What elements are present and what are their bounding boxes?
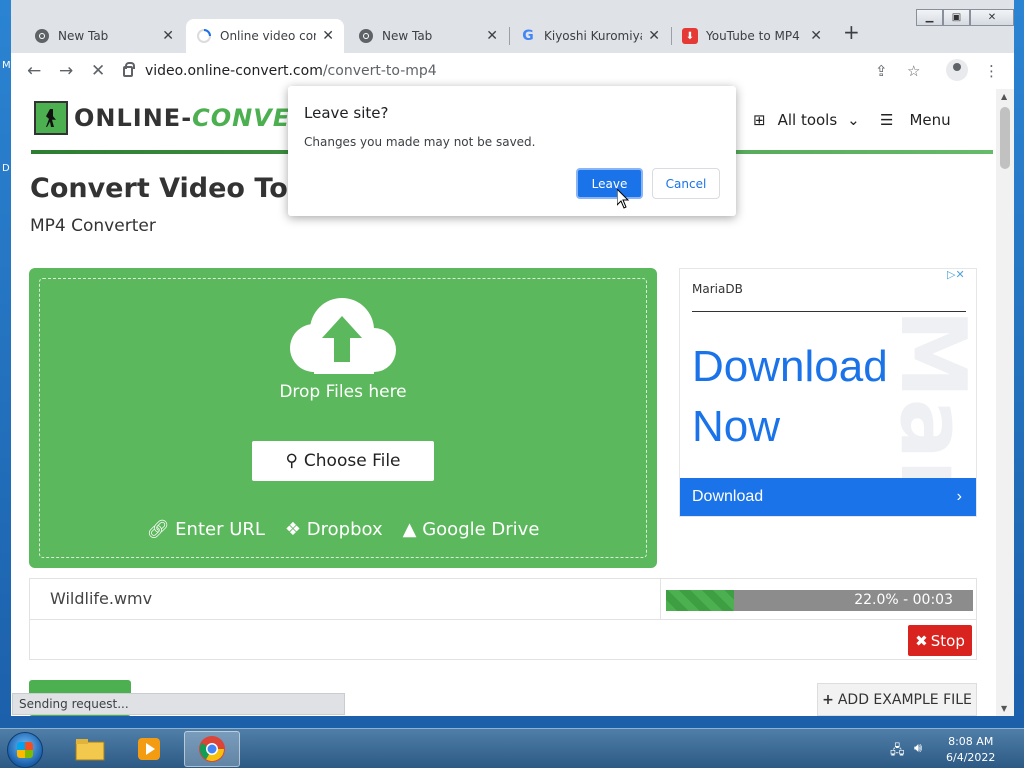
enter-url-link[interactable]: 🔗︎ Enter URL xyxy=(147,519,265,540)
loading-icon xyxy=(196,28,212,44)
link-icon: 🔗︎ xyxy=(146,519,170,540)
profile-avatar[interactable] xyxy=(946,59,968,81)
browser-toolbar: ← → ✕ video.online-convert.com/convert-t… xyxy=(11,53,1014,89)
site-logo[interactable]: ONLINE-CONVERT xyxy=(34,101,326,135)
tab-new-tab-2[interactable]: New Tab ✕ xyxy=(348,19,508,53)
tab-title: New Tab xyxy=(382,29,433,43)
choose-file-button[interactable]: ⚲ Choose File xyxy=(252,441,434,481)
stop-button[interactable]: ✖ Stop xyxy=(908,625,972,656)
cloud-upload-icon xyxy=(290,298,396,374)
lock-icon xyxy=(123,61,135,77)
chevron-down-icon: ⌄ xyxy=(847,111,860,129)
start-button[interactable] xyxy=(7,732,43,768)
upload-dropzone[interactable]: Drop Files here ⚲ Choose File 🔗︎ Enter U… xyxy=(29,268,657,568)
close-tab-icon[interactable]: ✕ xyxy=(322,28,334,44)
progress-text: 22.0% - 00:03 xyxy=(854,592,953,608)
tab-youtube-to-mp4[interactable]: ⬇ YouTube to MP4 C ✕ xyxy=(672,19,832,53)
google-drive-icon: ▲ xyxy=(402,519,417,540)
dropbox-icon: ❖ xyxy=(284,519,302,540)
column-divider xyxy=(660,579,661,620)
tab-title: Kiyoshi Kuromiya xyxy=(544,29,643,43)
progress-fill xyxy=(666,590,734,611)
grid-icon: ⊞ xyxy=(753,111,766,129)
all-tools-nav[interactable]: ⊞ All tools ⌄ xyxy=(753,111,860,129)
back-icon[interactable]: ← xyxy=(27,61,41,81)
add-example-file-button[interactable]: + ADD EXAMPLE FILE xyxy=(817,683,977,716)
download-icon: ⬇ xyxy=(682,28,698,44)
menu-label: Menu xyxy=(909,111,951,129)
address-host: video.online-convert.com xyxy=(145,63,323,79)
leave-button[interactable]: Leave xyxy=(576,168,643,199)
share-icon[interactable]: ⇪ xyxy=(875,62,888,80)
tab-title: New Tab xyxy=(58,29,109,43)
page-subtitle: MP4 Converter xyxy=(30,216,156,236)
close-tab-icon[interactable]: ✕ xyxy=(648,28,660,44)
page-title: Convert Video To M xyxy=(30,173,325,204)
cancel-button[interactable]: Cancel xyxy=(652,168,720,199)
scroll-thumb[interactable] xyxy=(1000,107,1010,169)
media-player-taskbar-icon[interactable] xyxy=(121,731,177,767)
drop-files-label: Drop Files here xyxy=(279,382,407,402)
close-tab-icon[interactable]: ✕ xyxy=(486,28,498,44)
upload-progress-bar: 22.0% - 00:03 xyxy=(666,590,973,611)
leave-site-dialog: Leave site? Changes you made may not be … xyxy=(288,86,736,216)
scroll-up-icon[interactable]: ▲ xyxy=(1001,92,1007,101)
file-queue: Wildlife.wmv 22.0% - 00:03 ✖ Stop xyxy=(29,578,977,660)
taskbar: 🖧︎ 🔊︎ 8:08 AM 6/4/2022 xyxy=(0,728,1024,768)
ad-brand: MariaDB xyxy=(692,282,743,296)
google-icon: G xyxy=(522,28,534,44)
chrome-icon xyxy=(358,28,374,44)
dialog-title: Leave site? xyxy=(304,104,389,122)
close-tab-icon[interactable]: ✕ xyxy=(162,28,174,44)
all-tools-label: All tools xyxy=(777,111,838,129)
tab-strip: New Tab ✕ Online video conv ✕ New Tab ✕ … xyxy=(11,17,1014,53)
mouse-cursor-icon xyxy=(617,189,630,209)
close-icon: ✖ xyxy=(915,631,928,650)
file-name: Wildlife.wmv xyxy=(50,589,153,608)
chevron-right-icon: › xyxy=(956,488,962,505)
address-bar[interactable]: video.online-convert.com/convert-to-mp4 xyxy=(123,57,923,85)
volume-icon[interactable]: 🔊︎ xyxy=(914,741,922,756)
stop-loading-icon[interactable]: ✕ xyxy=(91,61,105,81)
dialog-message: Changes you made may not be saved. xyxy=(304,135,536,149)
tab-title: Online video conv xyxy=(220,29,316,43)
more-menu-icon[interactable]: ⋮ xyxy=(984,62,999,80)
clock-date: 6/4/2022 xyxy=(946,751,996,764)
advertisement[interactable]: Maria MariaDB Download Now Download › xyxy=(679,268,977,517)
choose-file-label: Choose File xyxy=(303,451,401,471)
google-drive-link[interactable]: ▲ Google Drive xyxy=(403,519,540,540)
menu-nav[interactable]: ☰ Menu xyxy=(880,111,951,129)
status-bar: Sending request... xyxy=(12,693,345,715)
network-icon[interactable]: 🖧︎ xyxy=(890,741,905,763)
file-explorer-taskbar-icon[interactable] xyxy=(62,731,118,767)
dropbox-link[interactable]: ❖ Dropbox xyxy=(285,519,383,540)
ad-headline: Download Now xyxy=(692,342,888,451)
scroll-down-icon[interactable]: ▼ xyxy=(1001,704,1007,713)
tab-title: YouTube to MP4 C xyxy=(706,29,805,43)
ad-download-button[interactable]: Download › xyxy=(680,478,976,516)
desktop-label-fragment: M xyxy=(2,60,11,71)
new-tab-button[interactable]: + xyxy=(843,20,860,44)
plus-icon: + xyxy=(822,691,834,708)
chrome-taskbar-icon[interactable] xyxy=(184,731,240,767)
address-path: /convert-to-mp4 xyxy=(322,63,437,79)
file-row: Wildlife.wmv 22.0% - 00:03 xyxy=(30,579,976,620)
ad-divider xyxy=(692,311,966,312)
ad-choices-icon[interactable]: ▷✕ xyxy=(947,268,965,281)
tab-online-video-converter[interactable]: Online video conv ✕ xyxy=(186,19,344,53)
clock-time: 8:08 AM xyxy=(948,735,994,748)
system-clock[interactable]: 8:08 AM 6/4/2022 xyxy=(946,734,995,766)
tab-kiyoshi-kuromiya[interactable]: G Kiyoshi Kuromiya ✕ xyxy=(510,19,670,53)
chrome-icon xyxy=(34,28,50,44)
tab-new-tab-1[interactable]: New Tab ✕ xyxy=(24,19,184,53)
source-links: 🔗︎ Enter URL ❖ Dropbox ▲ Google Drive xyxy=(29,519,657,540)
logo-icon xyxy=(34,101,68,135)
close-tab-icon[interactable]: ✕ xyxy=(810,28,822,44)
search-icon: ⚲ xyxy=(285,451,298,471)
forward-icon[interactable]: → xyxy=(59,61,73,81)
bookmark-star-icon[interactable]: ☆ xyxy=(907,62,920,80)
page-scrollbar[interactable]: ▲ ▼ xyxy=(996,89,1014,716)
hamburger-icon: ☰ xyxy=(880,111,894,129)
desktop-label-fragment: D xyxy=(2,163,10,174)
